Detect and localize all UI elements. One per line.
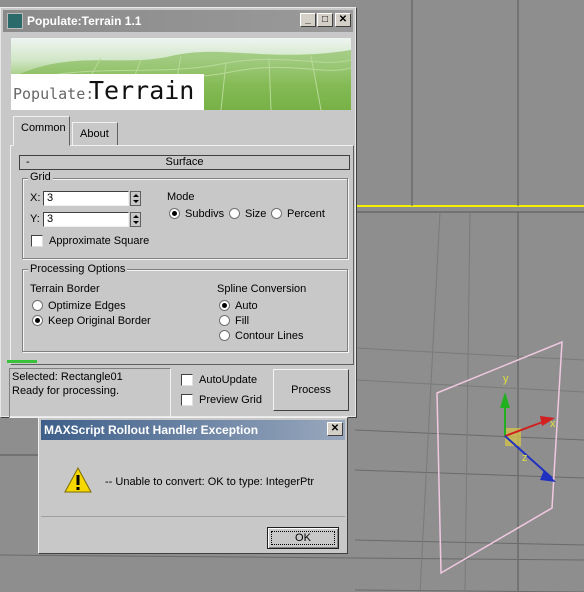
spline-auto-label: Auto xyxy=(235,300,258,312)
status-selected: Selected: Rectangle01 xyxy=(12,371,123,383)
banner-product: Terrain xyxy=(89,76,195,105)
close-button[interactable]: ✕ xyxy=(335,13,351,27)
spline-conversion-title: Spline Conversion xyxy=(217,283,307,295)
rollout-toggle: - xyxy=(26,156,30,168)
process-button[interactable]: Process xyxy=(273,369,349,411)
tab-about[interactable]: About xyxy=(72,122,118,146)
ok-focus-rect xyxy=(271,531,335,545)
spline-fill-radio[interactable] xyxy=(219,315,230,326)
optimize-edges-label: Optimize Edges xyxy=(48,300,126,312)
surface-rollout-header[interactable]: - Surface xyxy=(19,155,350,170)
exception-message: -- Unable to convert: OK to type: Intege… xyxy=(105,476,315,488)
grid-y-field[interactable]: 3 xyxy=(43,212,129,227)
exception-dialog: MAXScript Rollout Handler Exception ✕ --… xyxy=(38,417,348,554)
tab-about-label: About xyxy=(80,128,109,140)
optimize-edges-radio[interactable] xyxy=(32,300,43,311)
keep-original-border-label: Keep Original Border xyxy=(48,315,151,327)
minimize-button[interactable]: _ xyxy=(300,13,316,27)
spline-fill-label: Fill xyxy=(235,315,250,327)
mode-size-label: Size xyxy=(245,208,267,220)
spline-contour-radio[interactable] xyxy=(219,330,230,341)
terrain-border-title: Terrain Border xyxy=(30,283,100,295)
auto-update-checkbox[interactable] xyxy=(181,374,193,386)
grid-y-label: Y: xyxy=(30,213,40,225)
processing-options-title: Processing Options xyxy=(28,263,128,275)
auto-update-label: AutoUpdate xyxy=(199,374,258,386)
status-panel: Selected: Rectangle01 Ready for processi… xyxy=(9,368,171,418)
populate-terrain-window: Populate:Terrain 1.1 _ □ ✕ Populate: Ter… xyxy=(0,7,356,418)
gizmo-x-label: x xyxy=(550,418,556,430)
mode-subdivs-label: Subdivs xyxy=(185,208,225,220)
mode-title: Mode xyxy=(167,191,195,203)
mode-percent-radio[interactable] xyxy=(271,208,282,219)
exception-footer: OK xyxy=(41,516,345,552)
grid-x-field[interactable]: 3 xyxy=(43,191,129,206)
grid-x-spinner[interactable] xyxy=(130,191,141,206)
grid-x-label: X: xyxy=(30,192,41,204)
grid-y-spinner[interactable] xyxy=(130,212,141,227)
spline-contour-label: Contour Lines xyxy=(235,330,304,342)
window-title: Populate:Terrain 1.1 xyxy=(27,14,142,28)
spline-auto-radio[interactable] xyxy=(219,300,230,311)
banner-logo: Populate: Terrain xyxy=(11,74,204,110)
keep-original-border-radio[interactable] xyxy=(32,315,43,326)
maximize-button[interactable]: □ xyxy=(317,13,333,27)
populate-title-bar[interactable]: Populate:Terrain 1.1 _ □ ✕ xyxy=(3,10,353,32)
tab-common-label: Common xyxy=(21,122,66,134)
warning-icon xyxy=(64,466,92,493)
preview-grid-label: Preview Grid xyxy=(199,394,262,406)
banner-prefix: Populate: xyxy=(13,85,95,103)
gizmo-z-label: z xyxy=(522,452,528,464)
ok-button[interactable]: OK xyxy=(267,527,339,549)
exception-body: -- Unable to convert: OK to type: Intege… xyxy=(41,442,345,514)
tab-common[interactable]: Common xyxy=(13,116,70,146)
gizmo-y-label: y xyxy=(503,373,509,385)
exception-title: MAXScript Rollout Handler Exception xyxy=(44,423,259,437)
mode-subdivs-radio[interactable] xyxy=(169,208,180,219)
grid-group-title: Grid xyxy=(28,171,53,183)
mode-size-radio[interactable] xyxy=(229,208,240,219)
approx-square-label: Approximate Square xyxy=(49,235,150,247)
rollout-title: Surface xyxy=(165,156,204,168)
terrain-banner: Populate: Terrain xyxy=(11,38,351,110)
status-message: Ready for processing. xyxy=(12,385,119,397)
preview-grid-checkbox[interactable] xyxy=(181,394,193,406)
app-icon xyxy=(7,13,23,29)
approx-square-checkbox[interactable] xyxy=(31,235,43,247)
mode-percent-label: Percent xyxy=(287,208,325,220)
exception-title-bar[interactable]: MAXScript Rollout Handler Exception ✕ xyxy=(41,420,345,440)
exception-close-button[interactable]: ✕ xyxy=(327,422,343,436)
progress-bar xyxy=(7,360,37,363)
